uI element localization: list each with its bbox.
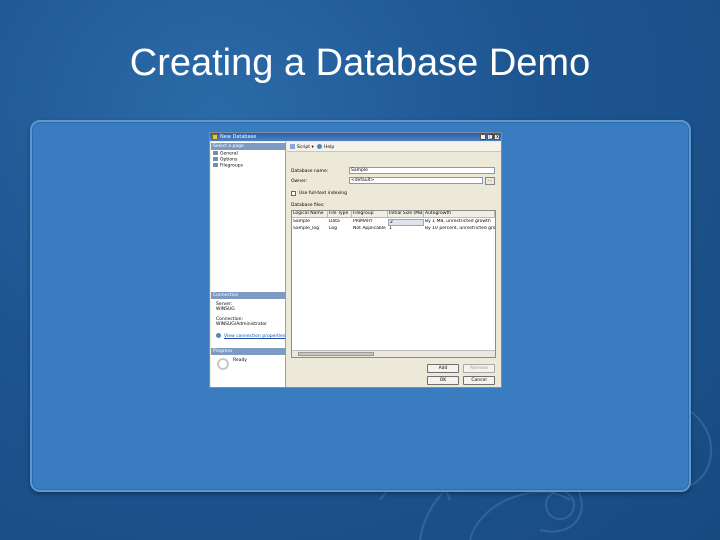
add-button[interactable]: Add <box>427 364 459 373</box>
table-cell[interactable]: Not Applicable <box>352 226 388 233</box>
properties-icon <box>216 333 221 338</box>
select-page-header: Select a page <box>211 143 286 150</box>
table-cell[interactable]: Data <box>328 219 352 226</box>
database-name-label: Database name: <box>291 169 329 174</box>
page-item-label: Filegroups <box>220 163 243 169</box>
help-label: Help <box>324 145 335 150</box>
page-item-filegroups[interactable]: Filegroups <box>213 163 243 169</box>
fulltext-indexing-label: Use full-text indexing <box>299 191 347 196</box>
horizontal-scrollbar[interactable] <box>292 350 495 357</box>
table-cell[interactable]: Sample_log <box>292 226 328 233</box>
script-label: Script <box>297 145 311 150</box>
close-button[interactable]: x <box>494 134 500 140</box>
script-icon <box>290 144 295 149</box>
page-icon <box>213 163 218 167</box>
maximize-button[interactable]: □ <box>487 134 494 140</box>
database-files-label: Database files: <box>291 203 325 208</box>
table-cell[interactable]: 1 <box>388 226 424 233</box>
table-row[interactable]: Sample_log Log Not Applicable 1 By 10 pe… <box>292 226 495 233</box>
owner-input[interactable]: <default> <box>349 177 483 184</box>
view-connection-properties-link[interactable]: View connection properties <box>216 333 285 339</box>
scrollbar-thumb[interactable] <box>298 352 374 356</box>
table-cell[interactable]: Sample <box>292 219 328 226</box>
database-name-input[interactable]: Sample <box>349 167 495 174</box>
table-cell[interactable]: Log <box>328 226 352 233</box>
page-item-label: General <box>220 151 238 157</box>
page-selector-pane: Select a page General Options Filegroups… <box>211 142 286 387</box>
close-icon: x <box>496 134 499 140</box>
browse-owner-button[interactable]: ... <box>485 177 495 185</box>
owner-label: Owner: <box>291 179 308 184</box>
page-icon <box>213 157 218 161</box>
table-cell[interactable]: By 10 percent, unrestricted growth <box>424 226 495 233</box>
cancel-button[interactable]: Cancel <box>463 376 495 385</box>
slide-title: Creating a Database Demo <box>129 42 591 84</box>
column-header[interactable]: Initial Size (MB) <box>388 211 424 218</box>
dialog-toolbar: Script ▾ Help <box>287 142 501 152</box>
progress-header: Progress <box>211 348 286 355</box>
table-cell[interactable]: By 1 MB, unrestricted growth <box>424 219 495 226</box>
database-files-grid: Logical Name File Type Filegroup Initial… <box>291 210 496 358</box>
table-cell[interactable]: PRIMARY <box>352 219 388 226</box>
remove-button[interactable]: Remove <box>463 364 495 373</box>
progress-status: Ready <box>233 358 247 363</box>
column-header[interactable]: File Type <box>328 211 352 218</box>
page-item-label: Options <box>220 157 238 163</box>
page-icon <box>213 151 218 155</box>
dialog-title: New Database <box>220 134 257 140</box>
script-button[interactable]: Script ▾ <box>290 144 314 150</box>
minimize-icon: _ <box>482 134 485 140</box>
connection-header: Connection <box>211 292 286 299</box>
column-header[interactable]: Filegroup <box>352 211 388 218</box>
general-page-content: Script ▾ Help Database name: Sample Owne… <box>287 142 501 387</box>
fulltext-indexing-checkbox[interactable] <box>291 191 296 196</box>
dialog-titlebar[interactable]: New Database _ □ x <box>210 133 501 141</box>
minimize-button[interactable]: _ <box>480 134 486 140</box>
new-database-dialog: New Database _ □ x Select a page General… <box>209 132 502 388</box>
database-app-icon <box>212 134 218 140</box>
table-row[interactable]: Sample Data PRIMARY 2 By 1 MB, unrestric… <box>292 219 495 226</box>
table-cell[interactable]: 2 <box>388 219 424 226</box>
column-header[interactable]: Logical Name <box>292 211 328 218</box>
connection-value: WINSUG\Administrator <box>216 322 267 327</box>
help-button[interactable]: Help <box>317 144 334 150</box>
grid-header-row: Logical Name File Type Filegroup Initial… <box>292 211 495 218</box>
column-header[interactable]: Autogrowth <box>424 211 495 218</box>
chevron-down-icon: ▾ <box>311 145 314 150</box>
view-connection-properties-label: View connection properties <box>224 334 286 339</box>
server-value: WINSUG <box>216 307 235 312</box>
ok-button[interactable]: OK <box>427 376 459 385</box>
help-icon <box>317 144 322 149</box>
progress-spinner-icon <box>217 358 229 370</box>
